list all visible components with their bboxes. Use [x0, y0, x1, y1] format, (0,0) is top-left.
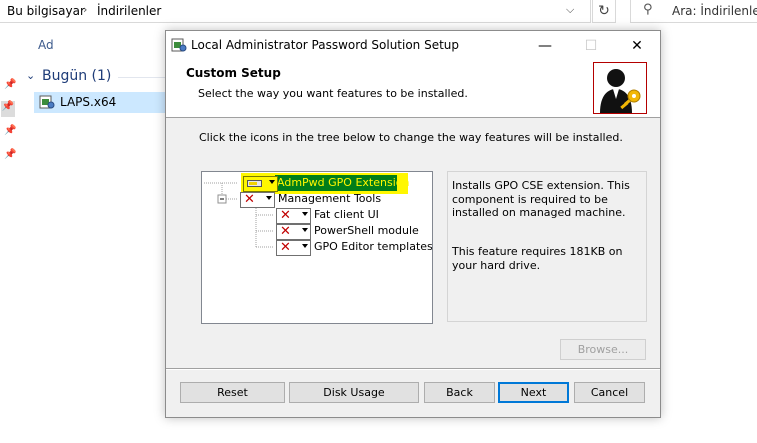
tree-item-label: AdmPwd GPO Extension: [277, 176, 410, 189]
dropdown-arrow-icon: [269, 180, 275, 184]
navigation-pane: 📌 📌 📌 📌: [0, 24, 20, 443]
banner-title: Custom Setup: [186, 66, 281, 80]
tree-item-label: Management Tools: [278, 192, 382, 205]
feature-state-dropdown[interactable]: ✕: [276, 240, 311, 256]
refresh-button[interactable]: ↻: [592, 0, 616, 23]
divider: [166, 369, 660, 370]
pin-icon[interactable]: 📌: [4, 125, 16, 136]
tree-item-powershell-module[interactable]: ✕ PowerShell module: [276, 224, 426, 240]
chevron-down-icon[interactable]: ⌄: [26, 69, 35, 82]
file-name: LAPS.x64: [60, 95, 117, 109]
setup-dialog: Local Administrator Password Solution Se…: [165, 30, 661, 418]
tree-item-admpwd-gpo-extension[interactable]: AdmPwd GPO Extension: [204, 173, 414, 194]
dropdown-arrow-icon: [266, 196, 272, 200]
dropdown-arrow-icon: [302, 212, 308, 216]
hard-drive-icon: [247, 180, 262, 187]
feature-state-dropdown[interactable]: ✕: [276, 208, 311, 224]
file-item-laps[interactable]: LAPS.x64: [34, 92, 168, 113]
dropdown-arrow-icon: [302, 228, 308, 232]
feature-state-dropdown[interactable]: ✕: [240, 192, 275, 208]
close-icon: ✕: [631, 37, 643, 54]
maximize-button: ☐: [568, 31, 614, 60]
instruction-text: Click the icons in the tree below to cha…: [199, 131, 623, 144]
tree-item-gpo-editor-templates[interactable]: ✕ GPO Editor templates: [276, 240, 432, 256]
banner-subtitle: Select the way you want features to be i…: [198, 87, 468, 100]
dialog-titlebar[interactable]: Local Administrator Password Solution Se…: [166, 31, 660, 60]
dropdown-arrow-icon: [302, 244, 308, 248]
cancel-button[interactable]: Cancel: [574, 382, 645, 403]
feature-description: Installs GPO CSE extension. This compone…: [447, 171, 647, 322]
refresh-icon: ↻: [598, 3, 610, 19]
admin-key-icon: [593, 62, 647, 114]
minimize-button[interactable]: —: [522, 31, 568, 60]
dialog-banner: Custom Setup Select the way you want fea…: [166, 60, 660, 118]
maximize-icon: ☐: [584, 37, 598, 54]
pin-icon[interactable]: 📌: [4, 149, 16, 160]
pin-icon[interactable]: 📌: [4, 79, 16, 90]
group-header-today[interactable]: Bugün (1): [42, 68, 111, 84]
tree-item-label: PowerShell module: [314, 224, 419, 237]
breadcrumb-this-pc[interactable]: Bu bilgisayar: [7, 4, 85, 18]
address-bar: Bu bilgisayar › İndirilenler ⌵ ↻ ⚲ Ara: …: [0, 0, 757, 24]
address-dropdown-icon[interactable]: ⌵: [566, 3, 574, 17]
tree-item-label: GPO Editor templates: [314, 240, 433, 253]
column-header-name[interactable]: Ad: [38, 38, 54, 52]
browse-button: Browse...: [560, 339, 646, 360]
description-text: Installs GPO CSE extension. This compone…: [452, 179, 630, 219]
pin-icon[interactable]: 📌: [1, 101, 15, 117]
installer-app-icon: [171, 38, 187, 52]
breadcrumb-downloads[interactable]: İndirilenler: [97, 4, 161, 18]
dialog-title: Local Administrator Password Solution Se…: [191, 38, 460, 52]
tree-item-label: Fat client UI: [314, 208, 379, 221]
feature-tree[interactable]: AdmPwd GPO Extension ✕ Management Tools …: [201, 171, 433, 324]
reset-button[interactable]: Reset: [180, 382, 285, 403]
x-icon: ✕: [280, 240, 291, 255]
feature-state-dropdown[interactable]: [243, 176, 278, 192]
disk-usage-button[interactable]: Disk Usage: [289, 382, 419, 403]
address-box[interactable]: Bu bilgisayar › İndirilenler ⌵: [0, 0, 591, 23]
search-input[interactable]: ⚲ Ara: İndirilenler: [630, 0, 757, 23]
search-icon: ⚲: [643, 2, 653, 17]
x-icon: ✕: [280, 224, 291, 239]
minimize-icon: —: [538, 37, 552, 54]
search-placeholder: Ara: İndirilenler: [672, 4, 757, 18]
tree-item-management-tools[interactable]: ✕ Management Tools: [240, 192, 420, 208]
x-icon: ✕: [280, 208, 291, 223]
group-divider: [118, 77, 168, 78]
x-icon: ✕: [244, 192, 255, 207]
close-button[interactable]: ✕: [614, 31, 660, 60]
tree-item-fat-client-ui[interactable]: ✕ Fat client UI: [276, 208, 426, 224]
installer-file-icon: [39, 95, 55, 109]
feature-state-dropdown[interactable]: ✕: [276, 224, 311, 240]
next-button[interactable]: Next: [498, 382, 569, 403]
disk-requirement-text: This feature requires 181KB on your hard…: [452, 245, 623, 272]
breadcrumb-separator-icon[interactable]: ›: [83, 3, 87, 16]
back-button[interactable]: Back: [424, 382, 495, 403]
